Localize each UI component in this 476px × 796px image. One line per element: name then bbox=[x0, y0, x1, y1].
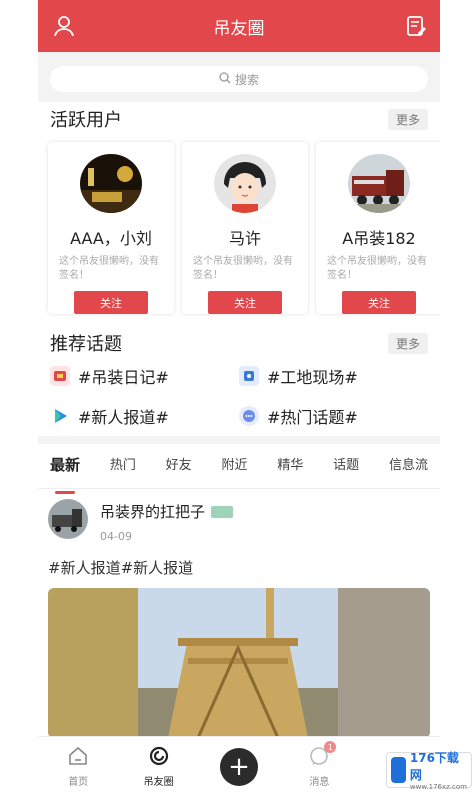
avatar[interactable] bbox=[48, 499, 88, 539]
topic-label: #吊装日记# bbox=[78, 368, 169, 387]
user-name: AAA，小刘 bbox=[70, 229, 152, 249]
post-date: 04-09 bbox=[100, 530, 132, 543]
circle-icon bbox=[148, 745, 170, 770]
active-users-header: 活跃用户 更多 bbox=[38, 102, 440, 136]
post-author: 吊装界的扛把子 04-09 bbox=[48, 499, 430, 543]
tabbar-item-home[interactable]: 首页 bbox=[48, 745, 108, 788]
topic-item[interactable]: #工地现场# bbox=[239, 364, 428, 388]
unread-badge: 1 bbox=[324, 741, 337, 753]
chat-icon bbox=[239, 406, 259, 426]
topic-label: #工地现场# bbox=[267, 368, 358, 387]
bottom-tabbar: 首页 吊友圈 + 1 消息 bbox=[38, 736, 440, 796]
user-card[interactable]: 马许 这个吊友很懒哟，没有签名！ 关注 bbox=[182, 142, 308, 314]
section-title: 活跃用户 bbox=[50, 110, 122, 131]
user-name: 马许 bbox=[228, 229, 261, 249]
plus-icon[interactable]: + bbox=[219, 747, 258, 786]
tab-latest[interactable]: 最新 bbox=[50, 454, 80, 484]
user-card[interactable]: AAA，小刘 这个吊友很懒哟，没有签名！ 关注 bbox=[48, 142, 174, 314]
user-signature: 这个吊友很懒哟，没有签名！ bbox=[193, 256, 293, 282]
more-button[interactable]: 更多 bbox=[387, 108, 428, 130]
tabbar-label: 消息 bbox=[309, 777, 330, 788]
tabbar-item-messages[interactable]: 1 消息 bbox=[289, 741, 349, 788]
search-input[interactable]: 搜索 bbox=[50, 66, 428, 92]
tab-topics[interactable]: 话题 bbox=[333, 454, 359, 484]
tab-friends[interactable]: 好友 bbox=[166, 454, 192, 484]
watermark-logo-icon bbox=[391, 757, 406, 783]
home-icon bbox=[67, 745, 89, 770]
avatar[interactable] bbox=[80, 154, 142, 214]
follow-button[interactable]: 关注 bbox=[74, 291, 148, 314]
active-users-section: 活跃用户 更多 AAA，小刘 这个吊友很懒哟，没有签名！ 关注 马许 这个吊友很… bbox=[38, 102, 440, 436]
page-title: 吊友圈 bbox=[213, 18, 265, 39]
author-row: 吊装界的扛把子 bbox=[100, 501, 234, 522]
tab-feed[interactable]: 信息流 bbox=[389, 454, 428, 484]
feed-tabs: 最新 热门 好友 附近 精华 话题 信息流 bbox=[38, 444, 440, 484]
user-icon[interactable] bbox=[52, 14, 76, 38]
app-screen: 吊友圈 搜索 活跃用户 更多 AAA，小刘 这个吊友很懒哟，没有签名！ 关注 马… bbox=[38, 0, 440, 796]
site-icon bbox=[239, 366, 259, 386]
post-image[interactable] bbox=[48, 588, 430, 738]
avatar[interactable] bbox=[214, 154, 276, 214]
follow-button[interactable]: 关注 bbox=[208, 291, 282, 314]
level-badge bbox=[211, 505, 234, 518]
user-name: A吊装182 bbox=[342, 229, 416, 249]
follow-button[interactable]: 关注 bbox=[342, 291, 416, 314]
feed-tabs-area: 最新 热门 好友 附近 精华 话题 信息流 bbox=[38, 444, 440, 489]
topic-label: #热门话题# bbox=[267, 408, 358, 427]
user-signature: 这个吊友很懒哟，没有签名！ bbox=[327, 256, 427, 282]
topic-list: #吊装日记# #工地现场# #新人报道# #热门话题# bbox=[38, 360, 440, 436]
author-name[interactable]: 吊装界的扛把子 bbox=[100, 501, 205, 522]
play-icon bbox=[50, 406, 70, 426]
tabbar-item-circle[interactable]: 吊友圈 bbox=[129, 745, 189, 788]
search-placeholder: 搜索 bbox=[234, 72, 259, 87]
search-icon bbox=[219, 71, 231, 87]
section-title: 推荐话题 bbox=[50, 334, 122, 355]
edit-icon[interactable] bbox=[404, 14, 428, 38]
user-card[interactable]: A吊装182 这个吊友很懒哟，没有签名！ 关注 bbox=[316, 142, 440, 314]
diary-icon bbox=[50, 366, 70, 386]
tabbar-label: 吊友圈 bbox=[143, 777, 174, 788]
topic-label: #新人报道# bbox=[78, 408, 169, 427]
more-button[interactable]: 更多 bbox=[387, 332, 428, 354]
watermark-text: 176下载网 www.176xz.com bbox=[410, 749, 467, 791]
avatar[interactable] bbox=[348, 154, 410, 214]
post-text[interactable]: #新人报道#新人报道 bbox=[48, 557, 430, 578]
tabbar-item-post[interactable]: + bbox=[209, 747, 269, 786]
tab-nearby[interactable]: 附近 bbox=[221, 454, 247, 484]
topic-item[interactable]: #热门话题# bbox=[239, 404, 428, 428]
watermark-main: 176下载网 bbox=[409, 751, 459, 782]
topic-item[interactable]: #新人报道# bbox=[50, 404, 239, 428]
post-card[interactable]: 吊装界的扛把子 04-09 #新人报道#新人报道 bbox=[38, 489, 440, 738]
tab-featured[interactable]: 精华 bbox=[277, 454, 303, 484]
message-icon: 1 bbox=[308, 741, 337, 770]
tabbar-label: 首页 bbox=[68, 777, 89, 788]
user-signature: 这个吊友很懒哟，没有签名！ bbox=[59, 256, 159, 282]
topics-header: 推荐话题 更多 bbox=[38, 326, 440, 360]
app-header: 吊友圈 bbox=[38, 0, 440, 52]
topic-item[interactable]: #吊装日记# bbox=[50, 364, 239, 388]
search-area: 搜索 bbox=[38, 52, 440, 102]
tab-hot[interactable]: 热门 bbox=[110, 454, 136, 484]
watermark-sub: www.176xz.com bbox=[409, 783, 467, 791]
site-watermark: 176下载网 www.176xz.com bbox=[386, 749, 472, 791]
user-list: AAA，小刘 这个吊友很懒哟，没有签名！ 关注 马许 这个吊友很懒哟，没有签名！… bbox=[38, 136, 440, 326]
